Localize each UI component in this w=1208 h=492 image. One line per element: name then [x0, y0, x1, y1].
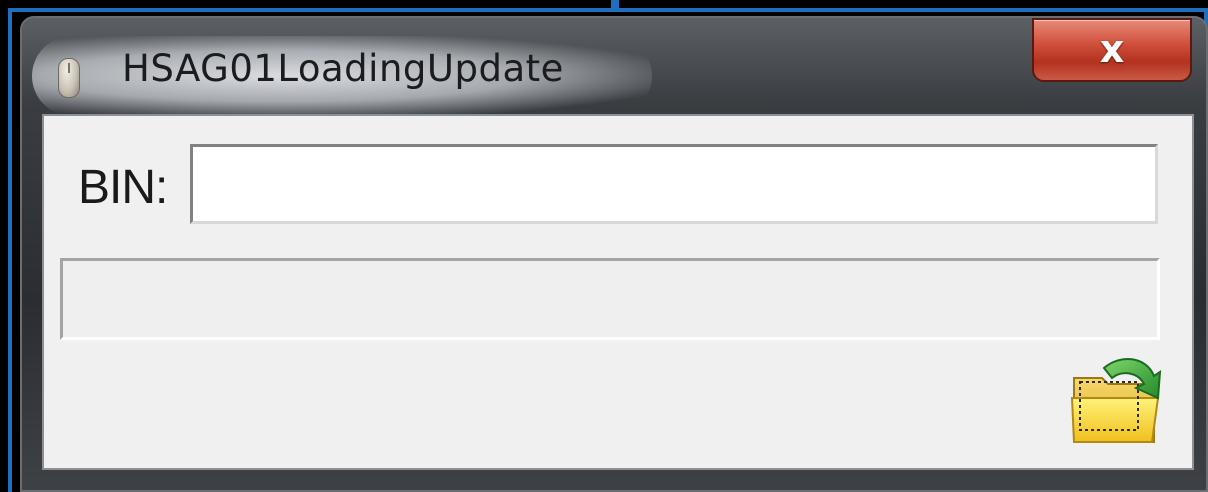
app-icon: [58, 58, 80, 98]
open-folder-icon: [1070, 357, 1162, 443]
close-button[interactable]: x: [1032, 18, 1192, 82]
title-bar[interactable]: HSAG01LoadingUpdate x: [22, 18, 1206, 116]
dialog-window: HSAG01LoadingUpdate x BIN:: [20, 16, 1208, 492]
bin-label: BIN:: [78, 161, 168, 214]
status-panel: [60, 258, 1160, 340]
open-folder-button[interactable]: [1068, 352, 1164, 448]
screen: HSAG01LoadingUpdate x BIN:: [0, 0, 1208, 492]
window-title: HSAG01LoadingUpdate: [122, 47, 564, 90]
selection-handle: [611, 0, 619, 8]
close-icon: x: [1099, 27, 1125, 71]
bin-input[interactable]: [190, 144, 1158, 224]
dialog-client-area: BIN:: [42, 114, 1194, 470]
